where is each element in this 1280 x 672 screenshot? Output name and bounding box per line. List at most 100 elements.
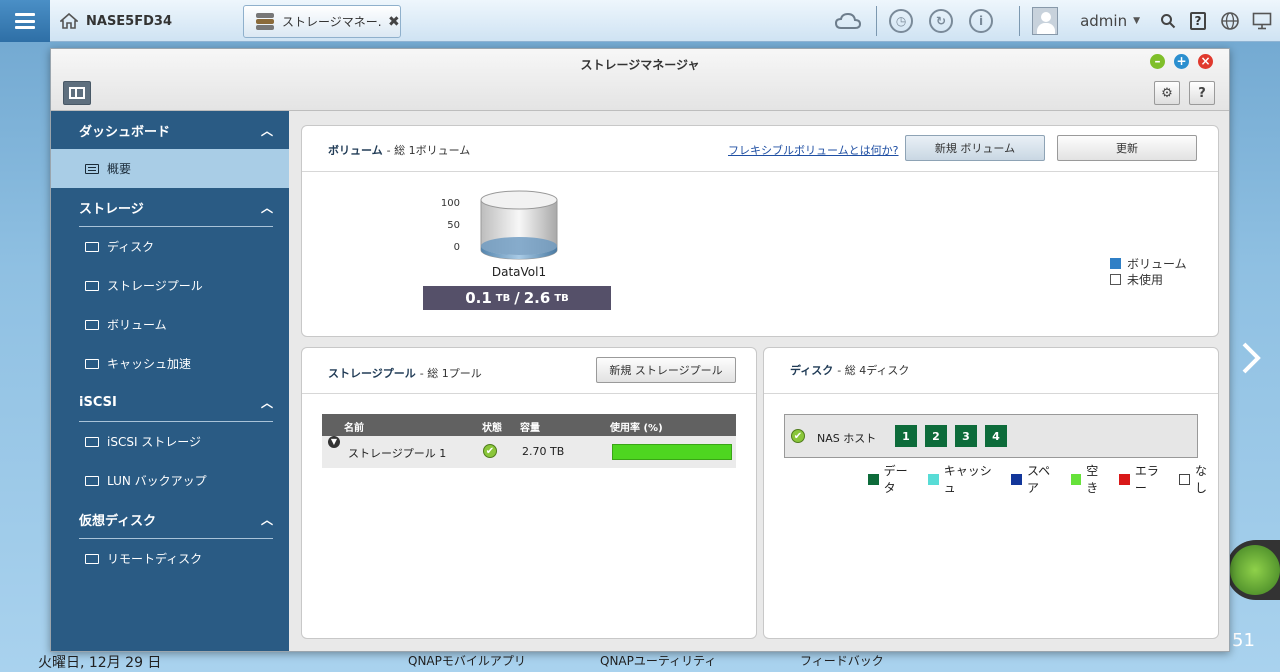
sidebar-section-virtual-disk[interactable]: 仮想ディスク ︿ xyxy=(51,500,289,538)
new-storage-pool-button[interactable]: 新規 ストレージプール xyxy=(596,357,736,383)
storage-pool-table: 名前 状態 容量 使用率 (%) ▼ ストレージプール 1 ✔ 2.70 TB xyxy=(322,414,736,468)
sidebar-section-iscsi[interactable]: iSCSI ︿ xyxy=(51,383,289,421)
help-button[interactable]: ? xyxy=(1189,81,1215,105)
home-tab[interactable]: NASE5FD34 xyxy=(60,8,172,34)
sync-icon[interactable]: ↻ xyxy=(929,9,954,33)
panel-title: ストレージプール - 総 1プール xyxy=(328,367,482,380)
bottom-link-feedback[interactable]: フィードバック xyxy=(770,652,884,672)
globe-icon[interactable] xyxy=(1220,11,1240,31)
refresh-button[interactable]: 更新 xyxy=(1057,135,1197,161)
storage-pool-panel: ストレージプール - 総 1プール 新規 ストレージプール 名前 状態 容量 使用… xyxy=(301,347,757,639)
taskbar: NASE5FD34 ストレージマネー... ✖ ◷ ↻ i admin ▼ ? xyxy=(0,0,1280,42)
legend-none: なし xyxy=(1179,462,1218,496)
disk-slot-1[interactable]: 1 xyxy=(895,425,917,447)
close-icon[interactable]: × xyxy=(1198,54,1213,69)
help-icon: ? xyxy=(1198,85,1206,101)
disk-icon xyxy=(85,241,99,252)
minimize-icon[interactable]: – xyxy=(1150,54,1165,69)
sidebar-item-cache[interactable]: キャッシュ加速 xyxy=(51,344,289,383)
axis-label: 50 xyxy=(447,220,460,231)
host-ok-icon: ✔ xyxy=(791,429,805,443)
window-title: ストレージマネージャ xyxy=(580,58,700,72)
legend-spare: スペア xyxy=(1011,462,1060,496)
table-row[interactable]: ▼ ストレージプール 1 ✔ 2.70 TB xyxy=(322,436,736,468)
gauge-widget[interactable] xyxy=(1226,540,1280,600)
cache-icon xyxy=(85,358,99,369)
tab-storage-manager[interactable]: ストレージマネー... ✖ xyxy=(243,5,401,38)
flexible-volume-link[interactable]: フレキシブルボリュームとは何か? xyxy=(728,142,899,158)
host-label: NAS ホスト xyxy=(817,432,877,445)
legend-cache: キャッシュ xyxy=(928,462,1001,496)
new-volume-button[interactable]: 新規 ボリューム xyxy=(905,135,1045,161)
maximize-icon[interactable]: + xyxy=(1174,54,1189,69)
volume-capacity-bar: 0.1 TB/2.6 TB xyxy=(423,286,611,310)
remote-disk-icon xyxy=(85,553,99,564)
info-icon[interactable]: i xyxy=(969,9,994,33)
usage-bar xyxy=(612,444,732,460)
tab-label: ストレージマネー... xyxy=(282,15,382,29)
chevron-up-icon[interactable]: ︿ xyxy=(261,394,273,411)
sidebar-item-volume[interactable]: ボリューム xyxy=(51,305,289,344)
layout-toggle-button[interactable] xyxy=(63,81,91,105)
hamburger-icon xyxy=(15,13,35,29)
avatar[interactable] xyxy=(1032,7,1059,35)
chevron-up-icon[interactable]: ︿ xyxy=(261,199,273,216)
chevron-up-icon[interactable]: ︿ xyxy=(261,511,273,528)
volume-cylinder-icon xyxy=(480,190,558,260)
legend-volume: ボリューム xyxy=(1110,255,1187,272)
disk-panel: ディスク - 総 4ディスク ✔ NAS ホスト 1 2 3 4 データ キャッシ… xyxy=(763,347,1219,639)
panel-title: ボリューム - 総 1ボリューム xyxy=(328,144,471,157)
clock-fragment: 51 xyxy=(1232,630,1255,651)
next-arrow-icon[interactable] xyxy=(1238,338,1264,378)
host-name: NASE5FD34 xyxy=(86,13,172,29)
main-menu-button[interactable] xyxy=(0,0,50,42)
nas-host-row[interactable]: ✔ NAS ホスト 1 2 3 4 xyxy=(784,414,1198,458)
chevron-down-icon[interactable]: ▼ xyxy=(1133,16,1140,26)
monitor-icon[interactable] xyxy=(1252,12,1272,30)
axis-label: 0 xyxy=(453,242,460,253)
volume-panel: ボリューム - 総 1ボリューム フレキシブルボリュームとは何か? 新規 ボリュー… xyxy=(301,125,1219,337)
iscsi-icon xyxy=(85,436,99,447)
storage-manager-window: ストレージマネージャ – + × ⚙ ? ダッシュボード ︿ 概要 ストレージ ︿ … xyxy=(50,48,1230,652)
bottom-link-mobile[interactable]: QNAPモバイルアプリ xyxy=(380,652,526,672)
help-icon[interactable]: ? xyxy=(1190,12,1206,30)
table-header: 名前 状態 容量 使用率 (%) xyxy=(322,414,736,436)
disk-slot-3[interactable]: 3 xyxy=(955,425,977,447)
sidebar-section-storage[interactable]: ストレージ ︿ xyxy=(51,188,289,226)
sidebar-item-storage-pool[interactable]: ストレージプール xyxy=(51,266,289,305)
cloud-icon[interactable] xyxy=(834,11,862,31)
search-icon[interactable] xyxy=(1160,13,1176,29)
layout-icon xyxy=(69,87,85,99)
window-header: ストレージマネージャ – + × ⚙ ? xyxy=(51,49,1229,111)
main-content: ボリューム - 総 1ボリューム フレキシブルボリュームとは何か? 新規 ボリュー… xyxy=(289,111,1229,651)
panel-title: ディスク - 総 4ディスク xyxy=(790,364,910,377)
sidebar-item-disk[interactable]: ディスク xyxy=(51,227,289,266)
chevron-up-icon[interactable]: ︿ xyxy=(261,122,273,139)
legend-data: データ xyxy=(868,462,918,496)
list-icon xyxy=(85,163,99,174)
bottom-link-utility[interactable]: QNAPユーティリティ xyxy=(568,652,716,672)
gear-icon: ⚙ xyxy=(1161,85,1173,101)
sidebar-item-overview[interactable]: 概要 xyxy=(51,149,289,188)
backup-icon xyxy=(85,475,99,486)
user-name[interactable]: admin xyxy=(1080,12,1127,30)
axis-label: 100 xyxy=(440,198,460,209)
disk-slot-4[interactable]: 4 xyxy=(985,425,1007,447)
volume-name: DataVol1 xyxy=(491,265,547,279)
sidebar-section-dashboard[interactable]: ダッシュボード ︿ xyxy=(51,111,289,149)
sidebar-item-lun-backup[interactable]: LUN バックアップ xyxy=(51,461,289,500)
clock-icon[interactable]: ◷ xyxy=(889,9,914,33)
home-icon xyxy=(60,13,78,29)
storage-pool-icon xyxy=(85,280,99,291)
disk-slot-2[interactable]: 2 xyxy=(925,425,947,447)
sidebar-item-remote-disk[interactable]: リモートディスク xyxy=(51,539,289,578)
settings-button[interactable]: ⚙ xyxy=(1154,81,1180,105)
legend-unused: 未使用 xyxy=(1110,271,1163,288)
sidebar: ダッシュボード ︿ 概要 ストレージ ︿ ディスク ストレージプール ボリューム キ… xyxy=(51,111,289,651)
sidebar-item-iscsi-storage[interactable]: iSCSI ストレージ xyxy=(51,422,289,461)
status-ok-icon: ✔ xyxy=(483,444,497,458)
storage-app-icon xyxy=(256,12,274,30)
close-tab-icon[interactable]: ✖ xyxy=(388,14,400,30)
legend-free: 空き xyxy=(1070,462,1110,496)
expand-icon[interactable]: ▼ xyxy=(328,436,340,448)
